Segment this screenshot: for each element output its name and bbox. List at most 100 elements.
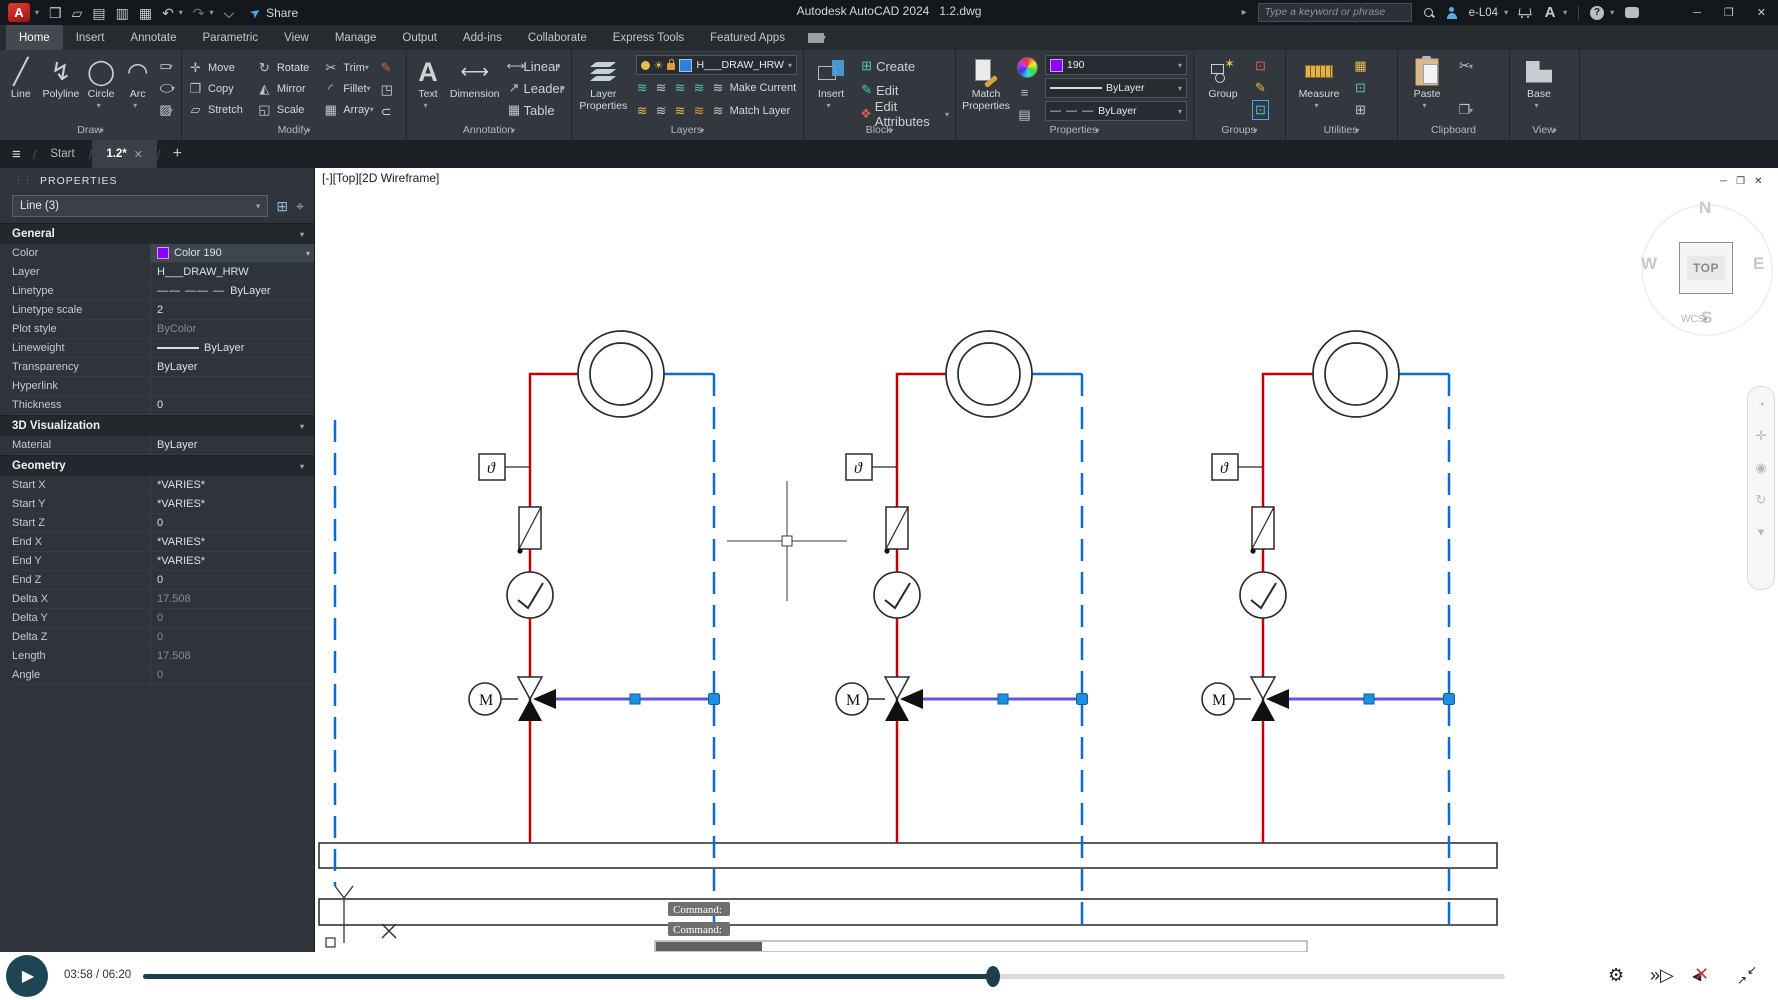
copy-button[interactable]: ❐ Copy: [188, 78, 243, 99]
rotate-button[interactable]: ↻ Rotate: [257, 57, 309, 78]
section-header-general[interactable]: General ▾: [0, 223, 314, 244]
navbar-orbit-icon[interactable]: ↻: [1756, 492, 1767, 508]
section-header-3d-visualization[interactable]: 3D Visualization ▾: [0, 415, 314, 436]
new-file-icon[interactable]: ❒: [49, 6, 62, 20]
ribbon-tab-collaborate[interactable]: Collaborate: [515, 25, 600, 50]
layer-off-icon[interactable]: ≋: [636, 103, 649, 119]
copy-clip-button[interactable]: ❐ ▾: [1457, 101, 1473, 119]
user-avatar-icon[interactable]: [1446, 6, 1458, 19]
layer-color-swatch[interactable]: [679, 58, 693, 72]
property-value[interactable]: [150, 377, 314, 395]
properties-panel-label[interactable]: Properties ▾: [956, 123, 1193, 140]
stretch-button[interactable]: ▱ Stretch: [188, 99, 243, 120]
layer-unisolate-icon[interactable]: ≋: [655, 80, 668, 96]
section-collapse-icon[interactable]: ▾: [300, 230, 304, 239]
layer-thaw2-icon[interactable]: ≋: [674, 103, 687, 119]
midpoint-grip[interactable]: [629, 693, 641, 705]
valve-bottom-triangle[interactable]: [885, 699, 909, 721]
property-value[interactable]: 0: [150, 396, 314, 414]
linetype-dropdown[interactable]: — — — ByLayer ▾: [1045, 101, 1187, 121]
document-tab-start[interactable]: Start: [36, 140, 88, 168]
modify-panel-label[interactable]: Modify ▾: [182, 123, 406, 140]
viewcube-west[interactable]: W: [1641, 254, 1657, 274]
valve-bottom-triangle[interactable]: [1251, 699, 1275, 721]
dimension-button[interactable]: ⟷ Dimension: [450, 55, 500, 101]
pump-symbol[interactable]: [506, 571, 554, 619]
viewcube-east[interactable]: E: [1753, 254, 1764, 274]
ribbon-display-dropdown[interactable]: ▾: [807, 25, 826, 50]
annotation-panel-label[interactable]: Annotation ▾: [407, 123, 571, 140]
endpoint-grip[interactable]: [1443, 693, 1455, 705]
layer-properties-button[interactable]: Layer Properties: [578, 55, 629, 112]
endpoint-grip[interactable]: [1076, 693, 1088, 705]
rectangle-button[interactable]: ▭ ▾: [159, 57, 175, 75]
save-icon[interactable]: ▤: [92, 6, 105, 20]
valve-side-triangle[interactable]: [533, 689, 556, 709]
toggle-pickadd-icon[interactable]: ⊞: [276, 198, 288, 215]
redo-chevron-icon[interactable]: ▾: [210, 8, 214, 17]
property-value[interactable]: *VARIES*: [150, 495, 314, 513]
valve-side-triangle[interactable]: [1266, 689, 1289, 709]
layer-dropdown[interactable]: ☀ H___DRAW_HRW ▾: [635, 55, 797, 75]
video-progress-track[interactable]: [143, 966, 1505, 987]
app-logo[interactable]: A: [8, 3, 30, 22]
linetype-list-icon[interactable]: ▤: [1017, 107, 1032, 123]
select-similar-button[interactable]: ⊡: [1353, 79, 1368, 97]
property-value[interactable]: 0: [150, 628, 314, 646]
layer-isolate-icon[interactable]: ≋: [636, 80, 649, 96]
property-value[interactable]: *VARIES*: [150, 476, 314, 494]
property-value[interactable]: 0: [150, 666, 314, 684]
linear-button[interactable]: ⟷ Linear ▾: [507, 57, 566, 75]
workspace-icon[interactable]: ⌵: [224, 6, 235, 20]
palette-grip-icon[interactable]: ⋮⋮: [14, 175, 32, 186]
property-value[interactable]: 0: [150, 571, 314, 589]
drawing-svg[interactable]: ϑ Mϑ Mϑ M Command: Command:: [315, 168, 1778, 952]
undo-chevron-icon[interactable]: ▾: [179, 8, 183, 17]
match-layer-button[interactable]: ≋ Match Layer: [712, 103, 790, 119]
property-value[interactable]: Color 190 ▾: [150, 244, 314, 262]
search-input[interactable]: Type a keyword or phrase: [1257, 3, 1412, 22]
erase-button[interactable]: ✎: [381, 59, 393, 77]
ungroup-button[interactable]: ⊡: [1253, 57, 1268, 75]
block-create-button[interactable]: ⊞ Create: [859, 57, 949, 75]
ribbon-tab-express-tools[interactable]: Express Tools: [600, 25, 697, 50]
property-value[interactable]: 2: [150, 301, 314, 319]
leader-button[interactable]: ↗ Leader ▾: [507, 79, 565, 97]
selection-type-dropdown[interactable]: Line (3) ▾: [12, 195, 269, 217]
trim-button[interactable]: ✂ Trim ▾: [323, 57, 373, 78]
search-icon[interactable]: [1423, 7, 1435, 19]
ribbon-tab-featured-apps[interactable]: Featured Apps: [697, 25, 798, 50]
command-text-2[interactable]: Command:: [673, 924, 722, 936]
property-value[interactable]: 17.508: [150, 647, 314, 665]
viewport-controls-label[interactable]: [-][Top][2D Wireframe]: [320, 171, 442, 185]
new-drawing-tab-button[interactable]: +: [161, 140, 194, 168]
wcs-dropdown[interactable]: WCS ▾: [1681, 314, 1707, 325]
utilities-panel-label[interactable]: Utilities ▾: [1286, 123, 1397, 140]
color-wheel-icon[interactable]: [1017, 57, 1038, 78]
group-button[interactable]: ✶ Group: [1200, 55, 1246, 101]
hatch-button[interactable]: ▨ ▾: [159, 101, 175, 119]
user-name[interactable]: e-L04: [1469, 7, 1498, 19]
pump-symbol[interactable]: [1239, 571, 1287, 619]
navbar-more-icon[interactable]: ▾: [1758, 524, 1765, 540]
valve-bottom-triangle[interactable]: [518, 699, 542, 721]
layers-panel-label[interactable]: Layers ▾: [572, 123, 803, 140]
property-value[interactable]: ByLayer: [150, 358, 314, 376]
cut-button[interactable]: ✂ ▾: [1457, 57, 1473, 75]
insert-button[interactable]: Insert ▾: [810, 55, 852, 112]
save-as-icon[interactable]: ▥: [116, 6, 129, 20]
property-value[interactable]: 0: [150, 514, 314, 532]
ribbon-tab-output[interactable]: Output: [389, 25, 450, 50]
autodesk-logo-icon[interactable]: A: [1543, 3, 1557, 22]
property-value[interactable]: ByLayer: [150, 339, 314, 357]
layer-freeze-icon[interactable]: ≋: [674, 80, 687, 96]
exit-fullscreen-icon[interactable]: ↙ ↗: [1737, 963, 1760, 987]
measure-button[interactable]: Measure ▾: [1292, 55, 1346, 112]
clipboard-panel-label[interactable]: Clipboard: [1398, 123, 1509, 140]
navbar-zoom-icon[interactable]: ◉: [1755, 460, 1766, 476]
ribbon-tab-insert[interactable]: Insert: [63, 25, 118, 50]
open-folder-icon[interactable]: ▱: [72, 6, 83, 20]
ribbon-tab-view[interactable]: View: [271, 25, 322, 50]
playback-speed-icon[interactable]: »▷: [1650, 965, 1674, 986]
object-color-dropdown[interactable]: 190 ▾: [1045, 55, 1187, 75]
